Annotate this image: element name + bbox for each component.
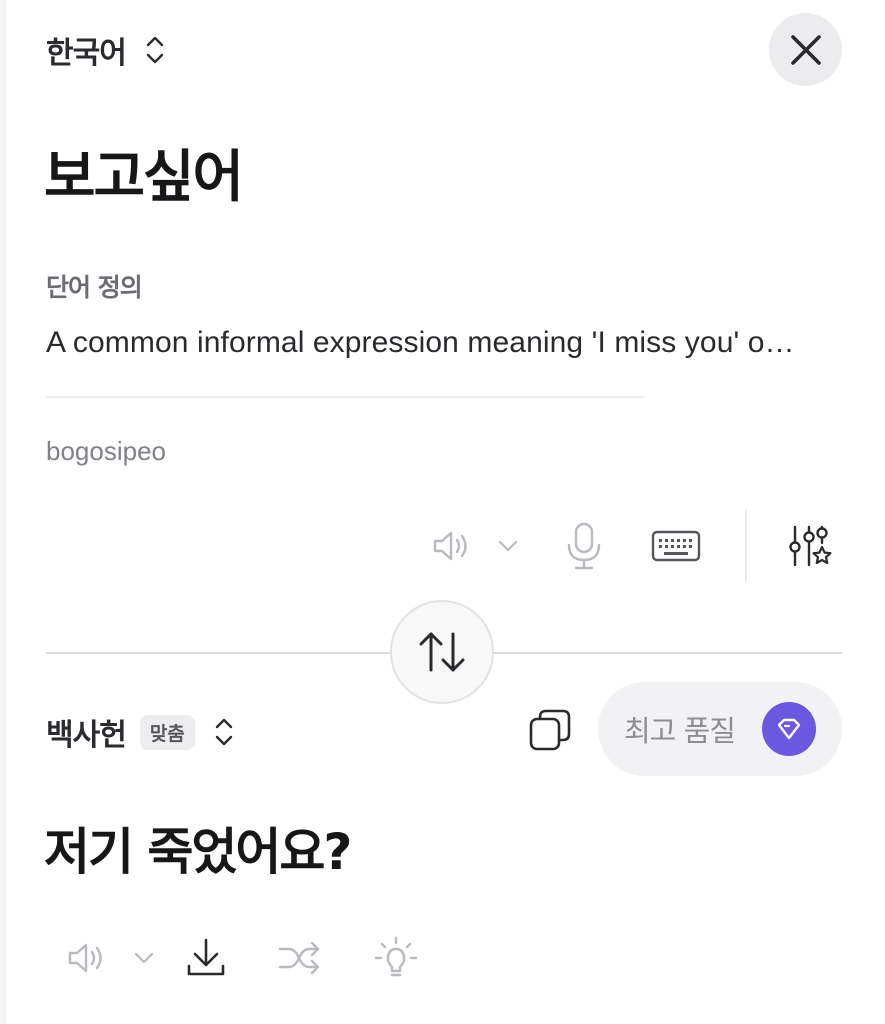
- chevron-down-icon: [134, 952, 154, 964]
- source-language-label: 한국어: [46, 36, 127, 71]
- up-down-chevron-icon: [215, 718, 232, 746]
- quality-selector[interactable]: 최고 품질: [598, 682, 842, 776]
- gem-icon: [777, 718, 801, 740]
- keyboard-button[interactable]: [648, 526, 704, 566]
- shuffle-icon: [278, 941, 320, 975]
- style-settings-button[interactable]: [786, 522, 834, 570]
- target-speak-button[interactable]: [62, 934, 110, 982]
- translated-text[interactable]: 저기 죽었어요?: [44, 812, 352, 884]
- target-language-selector[interactable]: 백사헌 맞춤: [46, 710, 235, 754]
- target-language-label: 백사헌: [46, 718, 127, 753]
- target-voice-dropdown[interactable]: [130, 938, 158, 978]
- definition-text[interactable]: A common informal expression meaning 'I …: [46, 326, 842, 360]
- definition-divider: [46, 396, 644, 398]
- copy-button[interactable]: [526, 706, 574, 754]
- close-button[interactable]: [769, 13, 842, 86]
- speaker-icon: [433, 531, 467, 561]
- copy-icon: [529, 709, 571, 751]
- lightbulb-icon: [374, 936, 418, 977]
- up-down-chevron-icon: [146, 36, 164, 64]
- close-icon: [790, 34, 821, 65]
- swap-arrows-icon: [419, 632, 465, 672]
- source-speak-button[interactable]: [426, 521, 476, 571]
- microphone-button[interactable]: [562, 519, 606, 573]
- chevron-down-icon: [498, 540, 518, 552]
- quality-label: 최고 품질: [624, 714, 736, 748]
- romanization-text: bogosipeo: [46, 436, 166, 466]
- speaker-icon: [68, 943, 102, 973]
- sliders-star-icon: [789, 525, 832, 567]
- target-toolbar: [62, 930, 420, 986]
- download-icon: [187, 938, 225, 976]
- source-text[interactable]: 보고싶어: [44, 132, 244, 213]
- toolbar-separator: [745, 510, 747, 582]
- premium-badge: [762, 702, 816, 756]
- source-language-selector[interactable]: 한국어: [46, 28, 166, 72]
- tip-button[interactable]: [372, 934, 420, 982]
- shuffle-button[interactable]: [276, 934, 324, 982]
- download-button[interactable]: [182, 934, 230, 982]
- swap-languages-button[interactable]: [390, 600, 494, 704]
- source-voice-dropdown[interactable]: [494, 526, 522, 566]
- microphone-icon: [567, 522, 601, 570]
- source-toolbar: [426, 512, 704, 580]
- custom-badge: 맞춤: [139, 714, 195, 750]
- definition-title: 단어 정의: [46, 273, 143, 302]
- translator-panel: 한국어 보고싶어 단어 정의 A common informal express…: [0, 0, 885, 1024]
- keyboard-icon: [651, 530, 701, 562]
